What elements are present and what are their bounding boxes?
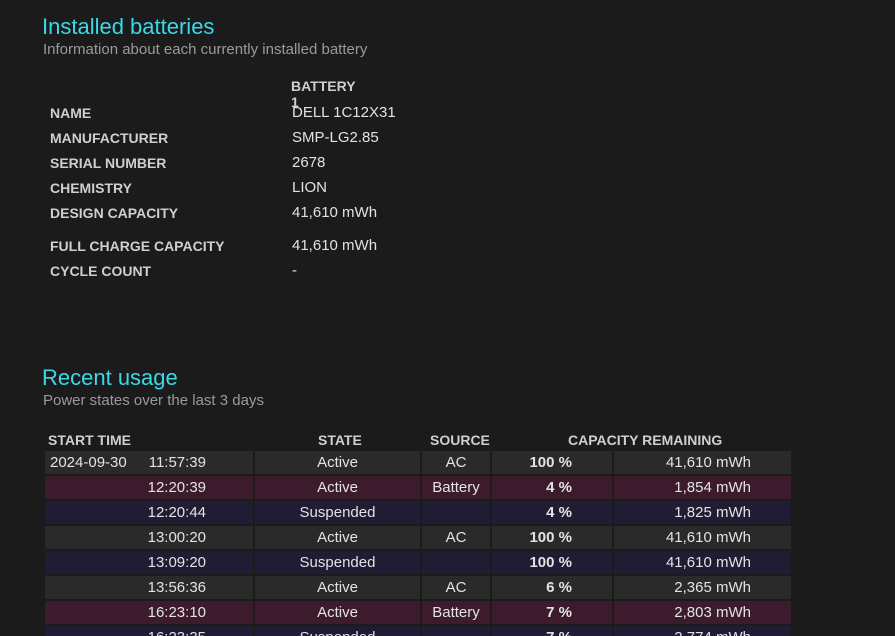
- start-time-cell: 2024-09-30 11:57:39: [45, 451, 253, 474]
- info-label: CYCLE COUNT: [50, 263, 152, 279]
- start-time: 16:23:10: [147, 604, 206, 621]
- recent-usage-subtitle: Power states over the last 3 days: [43, 392, 264, 409]
- battery-report-page: Installed batteries Information about ea…: [0, 0, 895, 636]
- usage-table-header: START TIME STATE SOURCE CAPACITY REMAINI…: [45, 429, 791, 451]
- capacity-percent-cell: 6 %: [492, 576, 612, 599]
- source-cell: AC: [422, 526, 490, 549]
- start-time: 12:20:39: [147, 479, 206, 496]
- capacity-mwh-cell: 2,365 mWh: [614, 576, 791, 599]
- info-value: SMP-LG2.85: [292, 129, 379, 146]
- table-row: 13:56:36 Active AC 6 % 2,365 mWh: [45, 576, 791, 601]
- info-value: -: [292, 262, 297, 279]
- capacity-percent-cell: 100 %: [492, 526, 612, 549]
- source-cell: Battery: [422, 601, 490, 624]
- start-time: 16:23:35: [148, 626, 206, 636]
- table-row: 2024-09-30 11:57:39 Active AC 100 % 41,610 mW…: [45, 451, 791, 476]
- state-cell: Active: [255, 601, 420, 624]
- start-time-cell: 12:20:44: [45, 501, 253, 524]
- capacity-percent-cell: 4 %: [492, 501, 612, 524]
- info-value: 2678: [292, 154, 326, 171]
- start-time: 13:56:36: [147, 579, 206, 596]
- state-cell: Active: [255, 526, 420, 549]
- source-cell: AC: [422, 451, 490, 474]
- state-cell: Active: [255, 476, 420, 499]
- source-cell: [422, 551, 490, 574]
- start-time-cell: 13:00:20: [45, 526, 253, 549]
- capacity-mwh-cell: 1,854 mWh: [614, 476, 791, 499]
- state-cell: Active: [255, 576, 420, 599]
- header-start-time: START TIME: [48, 432, 131, 448]
- info-value: LION: [292, 179, 328, 196]
- capacity-mwh-cell: 41,610 mWh: [614, 451, 791, 474]
- start-time-cell: 16:23:35: [45, 626, 253, 636]
- start-time: 13:00:20: [147, 529, 206, 546]
- capacity-mwh-cell: 1,825 mWh: [614, 501, 791, 524]
- start-date: 2024-09-30: [50, 454, 127, 471]
- capacity-percent-cell: 100 %: [492, 551, 612, 574]
- state-cell: Suspended: [255, 501, 420, 524]
- info-value: 41,610 mWh: [292, 237, 378, 254]
- info-value: 41,610 mWh: [292, 204, 378, 221]
- source-cell: AC: [422, 576, 490, 599]
- header-source: SOURCE: [430, 432, 490, 448]
- start-time: 11:57:39: [148, 454, 206, 471]
- table-row: 13:09:20 Suspended 100 % 41,610 mWh: [45, 551, 791, 576]
- table-row: 12:20:39 Active Battery 4 % 1,854 mWh: [45, 476, 791, 501]
- table-row: 12:20:44 Suspended 4 % 1,825 mWh: [45, 501, 791, 526]
- info-label: DESIGN CAPACITY: [50, 205, 179, 221]
- capacity-mwh-cell: 41,610 mWh: [614, 551, 791, 574]
- capacity-mwh-cell: 41,610 mWh: [614, 526, 791, 549]
- info-label: SERIAL NUMBER: [50, 155, 167, 171]
- capacity-percent-cell: 7 %: [492, 601, 612, 624]
- capacity-percent-cell: 7 %: [492, 626, 612, 636]
- start-time-cell: 13:56:36: [45, 576, 253, 599]
- capacity-mwh-cell: 2,803 mWh: [614, 601, 791, 624]
- state-cell: Suspended: [255, 626, 420, 636]
- header-state: STATE: [318, 432, 362, 448]
- usage-rows: 2024-09-30 11:57:39 Active AC 100 % 41,610 mW…: [45, 451, 791, 636]
- capacity-mwh-cell: 2,774 mWh: [614, 626, 791, 636]
- info-value: DELL 1C12X31: [292, 104, 396, 121]
- start-time-cell: 13:09:20: [45, 551, 253, 574]
- state-cell: Suspended: [255, 551, 420, 574]
- info-label: CHEMISTRY: [50, 180, 132, 196]
- start-time: 12:20:44: [147, 504, 206, 521]
- start-time-cell: 16:23:10: [45, 601, 253, 624]
- table-row: 16:23:10 Active Battery 7 % 2,803 mWh: [45, 601, 791, 626]
- start-time-cell: 12:20:39: [45, 476, 253, 499]
- info-label: MANUFACTURER: [50, 130, 169, 146]
- installed-batteries-heading: Installed batteries: [42, 14, 215, 39]
- recent-usage-heading: Recent usage: [42, 365, 178, 390]
- source-cell: [422, 626, 490, 636]
- capacity-percent-cell: 100 %: [492, 451, 612, 474]
- table-row: 16:23:35 Suspended 7 %2,774 mWh: [45, 626, 791, 636]
- installed-batteries-subtitle: Information about each currently install…: [43, 41, 368, 58]
- info-label: FULL CHARGE CAPACITY: [50, 238, 225, 254]
- header-capacity-remaining: CAPACITY REMAINING: [568, 432, 723, 448]
- recent-usage-table: START TIME STATE SOURCE CAPACITY REMAINI…: [45, 429, 791, 636]
- capacity-percent-cell: 4 %: [492, 476, 612, 499]
- info-label: NAME: [50, 105, 92, 121]
- table-row: 13:00:20 Active AC 100 % 41,610 mWh: [45, 526, 791, 551]
- source-cell: Battery: [422, 476, 490, 499]
- source-cell: [422, 501, 490, 524]
- start-time: 13:09:20: [147, 554, 206, 571]
- state-cell: Active: [255, 451, 420, 474]
